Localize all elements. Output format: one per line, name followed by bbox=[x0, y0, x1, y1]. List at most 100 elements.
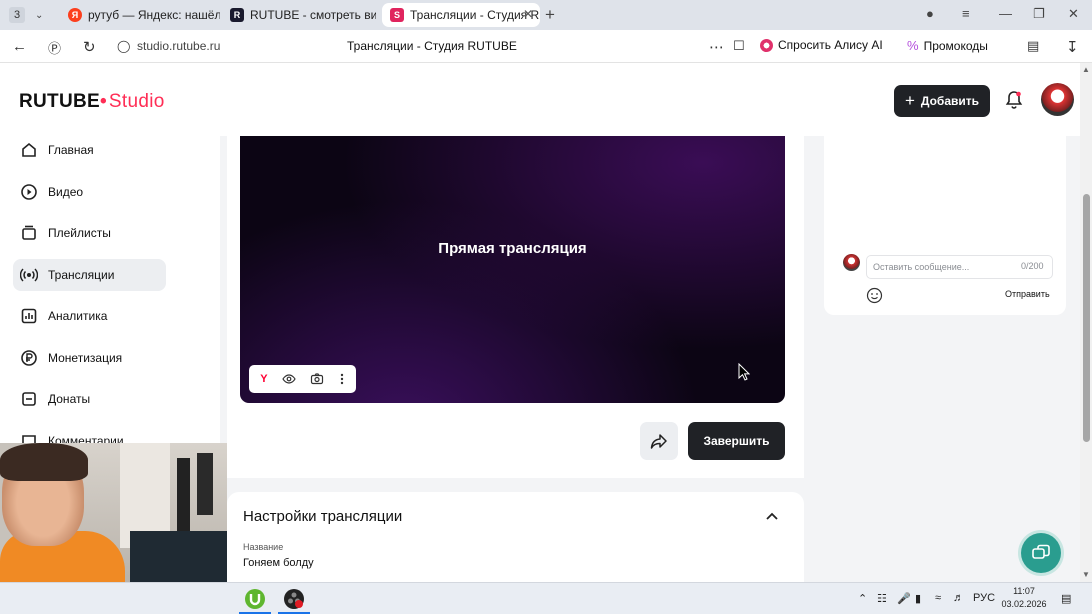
playlist-icon bbox=[22, 225, 36, 240]
browser-tab-rutube[interactable]: R RUTUBE - смотреть виде bbox=[222, 3, 376, 27]
emoji-icon[interactable] bbox=[866, 287, 883, 304]
sidebar-item-label: Плейлисты bbox=[48, 226, 111, 240]
eye-icon[interactable] bbox=[282, 372, 296, 386]
monetization-icon bbox=[21, 350, 37, 366]
browser-tab-yandex[interactable]: Я рутуб — Яндекс: нашёлся bbox=[60, 3, 220, 27]
scroll-down-icon[interactable]: ▼ bbox=[1082, 570, 1090, 579]
send-message-button[interactable]: Отправить bbox=[1005, 289, 1050, 299]
page-title: Трансляции - Студия RUTUBE bbox=[347, 39, 517, 53]
sidebar-item-label: Главная bbox=[48, 143, 94, 157]
percent-icon: % bbox=[907, 38, 919, 53]
screenshot-icon[interactable]: ▤ bbox=[1027, 38, 1039, 54]
chat-placeholder: Оставить сообщение... bbox=[873, 262, 970, 272]
battery-icon[interactable]: ▮ bbox=[915, 592, 921, 605]
minimize-icon[interactable]: — bbox=[999, 6, 1012, 21]
yandex-icon[interactable]: Y bbox=[260, 373, 267, 385]
clock-time: 11:07 bbox=[1013, 586, 1035, 596]
bookmark-icon[interactable]: ☐ bbox=[733, 38, 745, 54]
close-tab-icon[interactable]: ✕ bbox=[523, 7, 533, 21]
tab-list-chevron-icon[interactable]: ⌄ bbox=[35, 10, 43, 21]
chat-avatar bbox=[843, 254, 860, 271]
sidebar-item-home[interactable]: Главная bbox=[13, 134, 166, 166]
live-player[interactable]: Прямая трансляция Y bbox=[240, 136, 785, 403]
tab-label: рутуб — Яндекс: нашёлся bbox=[88, 8, 220, 22]
analytics-icon bbox=[21, 308, 37, 324]
sidebar-item-playlists[interactable]: Плейлисты bbox=[13, 217, 166, 249]
webcam-overlay bbox=[0, 443, 227, 582]
tray-expand-icon[interactable]: ⌃ bbox=[858, 592, 867, 605]
more-dots-icon[interactable]: ⋯ bbox=[709, 38, 724, 56]
share-icon bbox=[650, 434, 667, 449]
site-security-icon[interactable]: ◯ bbox=[117, 39, 130, 53]
clock-date: 03.02.2026 bbox=[1001, 599, 1047, 609]
video-icon bbox=[21, 184, 37, 200]
broadcast-icon bbox=[20, 268, 38, 282]
sidebar-item-label: Видео bbox=[48, 185, 84, 199]
studio-favicon-icon: S bbox=[390, 8, 404, 22]
restore-icon[interactable]: ❐ bbox=[1033, 6, 1045, 22]
windows-taskbar: ⌃ ☷ 🎤 ▮ ≈ ♬ РУС ▤ bbox=[0, 582, 1092, 614]
logo-studio: Studio bbox=[108, 91, 165, 112]
notifications-bell-icon[interactable] bbox=[1005, 90, 1023, 115]
promo-button[interactable]: % Промокоды bbox=[907, 38, 988, 53]
share-button[interactable] bbox=[640, 422, 678, 460]
back-icon[interactable]: ← bbox=[12, 38, 27, 55]
rutube-studio-logo[interactable]: RUTUBE• Studio bbox=[19, 91, 165, 113]
sidebar-item-label: Монетизация bbox=[48, 351, 123, 365]
utorrent-icon[interactable] bbox=[244, 588, 266, 610]
browser-tab-studio[interactable]: S Трансляции - Студия R ✕ bbox=[382, 3, 540, 27]
microphone-icon[interactable]: 🎤 bbox=[897, 592, 911, 605]
new-tab-icon[interactable]: + bbox=[545, 5, 555, 25]
address-bar: ← Ⓟ ↻ ◯ studio.rutube.ru Трансляции - Ст… bbox=[0, 30, 1092, 63]
language-indicator[interactable]: РУС bbox=[973, 592, 995, 604]
reload-icon[interactable]: ↻ bbox=[83, 38, 96, 56]
name-field-value[interactable]: Гоняем болду bbox=[243, 557, 314, 569]
scroll-up-icon[interactable]: ▲ bbox=[1082, 65, 1090, 74]
tab-label: Трансляции - Студия R bbox=[410, 8, 540, 22]
sidebar-item-label: Аналитика bbox=[48, 309, 108, 323]
wifi-icon[interactable]: ≈ bbox=[935, 592, 941, 604]
logo-main: RUTUBE bbox=[19, 91, 100, 112]
logo-dot-icon: • bbox=[99, 91, 107, 112]
sidebar-item-monetization[interactable]: Монетизация bbox=[13, 342, 166, 374]
sidebar-item-donates[interactable]: Донаты bbox=[13, 383, 166, 415]
sidebar-item-video[interactable]: Видео bbox=[13, 176, 166, 208]
finish-broadcast-button[interactable]: Завершить bbox=[688, 422, 785, 460]
name-field-label: Название bbox=[243, 542, 284, 552]
sidebar-item-label: Трансляции bbox=[48, 268, 115, 282]
yandex-browser-icon[interactable]: Ⓟ bbox=[48, 38, 61, 57]
notification-center-icon[interactable]: ▤ bbox=[1061, 592, 1071, 605]
add-button-label: Добавить bbox=[920, 94, 980, 108]
tray-app-icon[interactable]: ☷ bbox=[877, 592, 887, 605]
support-chat-icon bbox=[1032, 544, 1050, 559]
ask-alisa-button[interactable]: Спросить Алису AI bbox=[760, 38, 883, 52]
help-chat-button[interactable] bbox=[1021, 533, 1061, 573]
tab-count-badge[interactable]: 3 bbox=[9, 7, 25, 23]
volume-icon[interactable]: ♬ bbox=[953, 592, 964, 604]
donate-icon bbox=[22, 392, 36, 406]
taskbar-clock[interactable]: 11:07 03.02.2026 bbox=[999, 585, 1049, 611]
settings-title[interactable]: Настройки трансляции bbox=[243, 508, 402, 525]
sidebar-item-label: Донаты bbox=[48, 392, 91, 406]
sidebar-item-broadcasts[interactable]: Трансляции bbox=[13, 259, 166, 291]
home-icon bbox=[22, 142, 36, 157]
url-field[interactable]: studio.rutube.ru bbox=[137, 39, 220, 53]
more-icon[interactable] bbox=[339, 372, 345, 386]
chevron-up-icon[interactable] bbox=[765, 510, 779, 522]
obs-icon[interactable] bbox=[283, 588, 305, 610]
menu-icon[interactable]: ≡ bbox=[962, 6, 970, 21]
chat-char-counter: 0/200 bbox=[1021, 261, 1044, 271]
camera-icon[interactable] bbox=[310, 372, 324, 386]
user-avatar[interactable] bbox=[1041, 83, 1074, 116]
promo-label: Промокоды bbox=[923, 38, 988, 53]
live-overlay-text: Прямая трансляция bbox=[438, 240, 587, 257]
alisa-icon bbox=[760, 38, 773, 52]
rutube-favicon-icon: R bbox=[230, 8, 244, 22]
close-window-icon[interactable]: ✕ bbox=[1068, 6, 1079, 22]
sidebar-item-analytics[interactable]: Аналитика bbox=[13, 300, 166, 332]
scrollbar-thumb[interactable] bbox=[1083, 194, 1090, 442]
download-icon[interactable]: ↧ bbox=[1066, 38, 1079, 56]
browser-tabbar: 3 ⌄ Я рутуб — Яндекс: нашёлся R RUTUBE -… bbox=[0, 0, 1092, 30]
add-button[interactable]: + Добавить bbox=[894, 85, 990, 117]
profile-icon[interactable]: ● bbox=[926, 6, 934, 21]
